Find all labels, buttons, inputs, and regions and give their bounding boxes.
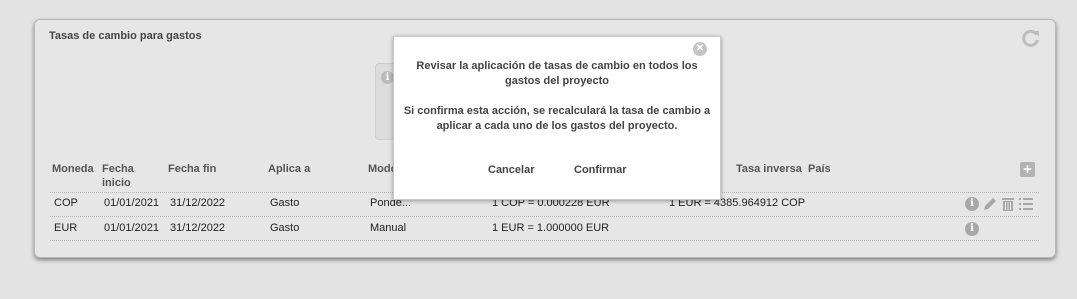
info-icon[interactable]: i: [965, 222, 979, 236]
dialog-message: Si confirma esta acción, se recalculará …: [403, 105, 711, 132]
header-fecha-fin[interactable]: Fecha fin: [168, 162, 216, 176]
row-divider: [50, 240, 1039, 241]
cell-aplica-a: Gasto: [270, 197, 300, 209]
header-moneda[interactable]: Moneda: [52, 162, 94, 176]
header-pais[interactable]: País: [808, 162, 831, 176]
add-rate-button[interactable]: +: [1020, 162, 1035, 177]
info-icon[interactable]: i: [965, 197, 979, 211]
panel-title: Tasas de cambio para gastos: [49, 30, 202, 42]
refresh-icon[interactable]: [1021, 28, 1041, 48]
cell-modo: Manual: [370, 222, 407, 234]
cell-fecha-inicio: 01/01/2021: [104, 197, 160, 209]
cell-tasa: 1 EUR = 1.000000 EUR: [492, 222, 610, 234]
header-fecha-inicio[interactable]: Fecha inicio: [102, 162, 152, 190]
cell-aplica-a: Gasto: [270, 222, 300, 234]
header-aplica-a[interactable]: Aplica a: [268, 162, 310, 176]
cell-moneda: EUR: [54, 222, 78, 234]
confirm-button[interactable]: Confirmar: [574, 164, 627, 176]
cell-fecha-fin: 31/12/2022: [170, 197, 226, 209]
cell-moneda: COP: [54, 197, 78, 209]
trash-icon[interactable]: [1000, 196, 1016, 212]
row-divider: [50, 216, 1039, 217]
header-tasa-inversa[interactable]: Tasa inversa: [736, 162, 802, 176]
cell-fecha-fin: 31/12/2022: [170, 222, 226, 234]
dialog-title: Revisar la aplicación de tasas de cambio…: [416, 60, 698, 87]
edit-icon[interactable]: [982, 196, 998, 212]
cancel-button[interactable]: Cancelar: [488, 164, 534, 176]
list-icon[interactable]: [1018, 196, 1034, 212]
cell-fecha-inicio: 01/01/2021: [104, 222, 160, 234]
close-icon[interactable]: ✕: [693, 42, 707, 56]
